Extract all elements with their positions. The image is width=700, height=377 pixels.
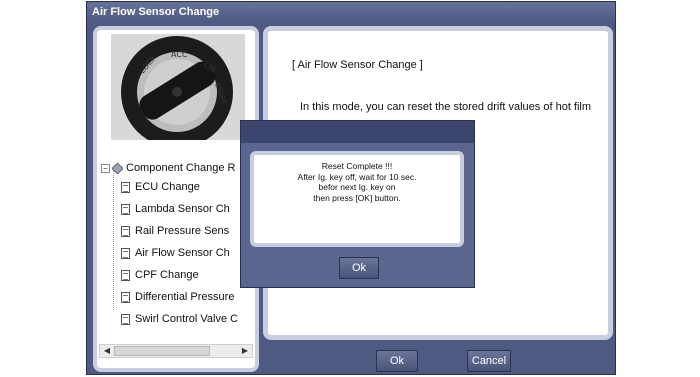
document-icon xyxy=(121,181,130,193)
document-icon xyxy=(121,203,130,215)
collapse-icon[interactable]: − xyxy=(101,163,110,173)
dialog-message: Reset Complete !!! After Ig. key off, wa… xyxy=(254,155,460,203)
tree-item-label: ECU Change xyxy=(135,181,200,193)
document-icon xyxy=(121,291,130,303)
tree-item-cpf-change[interactable]: CPF Change xyxy=(121,266,199,284)
tree-item-ecu-change[interactable]: ECU Change xyxy=(121,178,200,196)
dialog-message-box: Reset Complete !!! After Ig. key off, wa… xyxy=(250,151,464,247)
left-panel: LOCK ACC ON START − Component Change R E… xyxy=(93,26,259,372)
tree-item-label: Differential Pressure xyxy=(135,291,235,303)
document-icon xyxy=(121,269,130,281)
content-title: [ Air Flow Sensor Change ] xyxy=(292,59,423,71)
reset-complete-dialog: Reset Complete !!! After Ig. key off, wa… xyxy=(240,120,475,288)
tree-item-differential-pressure[interactable]: Differential Pressure xyxy=(121,288,234,306)
tree-item-label: CPF Change xyxy=(135,269,199,281)
dialog-line: After Ig. key off, wait for 10 sec. xyxy=(297,171,417,182)
tree-item-swirl-control-valve[interactable]: Swirl Control Valve C xyxy=(121,310,238,328)
document-icon xyxy=(121,225,130,237)
tree-item-label: Rail Pressure Sens xyxy=(135,225,230,237)
document-icon xyxy=(121,313,130,325)
dialog-line: befor next Ig. key on xyxy=(318,182,396,192)
tree-connector xyxy=(113,170,114,310)
folder-gear-icon xyxy=(111,161,124,175)
dialog-titlebar[interactable] xyxy=(241,121,474,143)
tree-item-air-flow-sensor[interactable]: Air Flow Sensor Ch xyxy=(121,244,230,262)
window-title: Air Flow Sensor Change xyxy=(87,2,615,22)
tree-root-label: Component Change R xyxy=(126,162,236,174)
cancel-button[interactable]: Cancel xyxy=(467,350,511,372)
tree-item-label: Swirl Control Valve C xyxy=(135,313,239,325)
tree-item-label: Lambda Sensor Ch xyxy=(135,203,230,215)
ok-button[interactable]: Ok xyxy=(376,350,418,372)
scrollbar-thumb[interactable] xyxy=(114,346,210,356)
ignition-key-image: LOCK ACC ON START xyxy=(111,34,245,140)
tree-item-label: Air Flow Sensor Ch xyxy=(135,247,230,259)
horizontal-scrollbar[interactable]: ◀ ▶ xyxy=(99,344,253,358)
scroll-left-icon[interactable]: ◀ xyxy=(101,346,113,356)
document-icon xyxy=(121,247,130,259)
tree-item-rail-pressure[interactable]: Rail Pressure Sens xyxy=(121,222,229,240)
tree-item-lambda-sensor[interactable]: Lambda Sensor Ch xyxy=(121,200,230,218)
dialog-ok-button[interactable]: Ok xyxy=(339,257,379,279)
key-label-acc: ACC xyxy=(171,50,188,59)
scroll-right-icon[interactable]: ▶ xyxy=(239,346,251,356)
component-tree: − Component Change R ECU Change Lambda S… xyxy=(99,154,253,342)
tree-root[interactable]: − Component Change R xyxy=(101,160,235,176)
dialog-line: Reset Complete !!! xyxy=(321,161,393,171)
dialog-line: then press [OK] button. xyxy=(313,192,401,203)
